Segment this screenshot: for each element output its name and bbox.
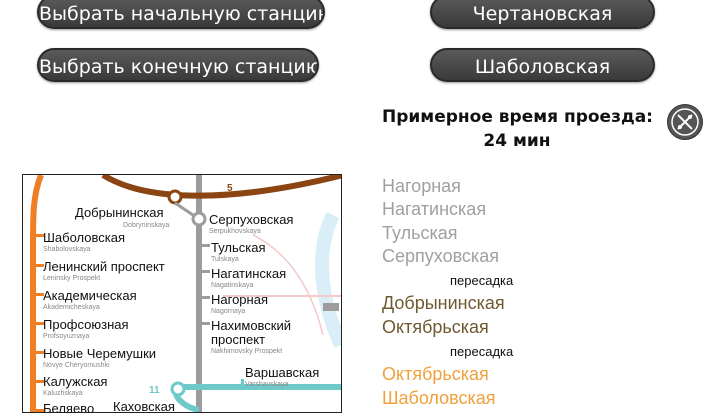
station-tick bbox=[241, 379, 244, 387]
route-station: Шаболовская bbox=[382, 388, 496, 408]
route-station: Тульская bbox=[382, 223, 458, 243]
station-tulskaya-latin: Tulskaya bbox=[211, 256, 239, 263]
route-transfer-label: пересадка bbox=[450, 344, 514, 359]
line-5-path bbox=[101, 175, 341, 199]
route-station: Октябрьская bbox=[382, 364, 489, 384]
travel-time-value: 24 мин bbox=[483, 131, 551, 151]
route-station: Серпуховская bbox=[382, 246, 499, 266]
station-leninsky-prospekt-latin: Leninsky Prospekt bbox=[43, 275, 100, 282]
select-start-station-button[interactable]: Выбрать начальную станцию bbox=[37, 0, 325, 29]
station-shabolovskaya[interactable]: Шаболовская bbox=[43, 230, 125, 245]
river-shape bbox=[315, 211, 341, 348]
station-tick bbox=[202, 322, 210, 325]
station-novye-cheryomushki-latin: Novye Cheryomushki bbox=[43, 362, 110, 369]
line-5-number: 5 bbox=[227, 183, 233, 194]
dobryninskaya-station-marker[interactable] bbox=[167, 189, 183, 205]
station-kaluzhskaya-latin: Kaluzhskaya bbox=[43, 390, 83, 397]
station-tick bbox=[202, 270, 210, 273]
select-end-station-button[interactable]: Выбрать конечную станцию bbox=[37, 48, 319, 82]
route-station: Октябрьская bbox=[382, 317, 489, 337]
station-varshavskaya-latin: Varshavskaya bbox=[245, 381, 289, 388]
route-transfer-label: пересадка bbox=[450, 273, 514, 288]
station-nagatinskaya-latin: Nagatinskaya bbox=[211, 282, 254, 289]
station-nagornaya-latin: Nagornaya bbox=[211, 308, 245, 315]
serpukhovskaya-station-marker[interactable] bbox=[191, 211, 207, 227]
station-leninsky-prospekt[interactable]: Ленинский проспект bbox=[43, 259, 165, 274]
station-kaluzhskaya[interactable]: Калужская bbox=[43, 374, 107, 389]
station-tick bbox=[202, 296, 210, 299]
platform-marker bbox=[323, 303, 339, 311]
station-nakhimovsky-prospekt-latin: Nakhimovsky Prospekt bbox=[211, 348, 282, 355]
station-dobryninskaya[interactable]: Добрынинская bbox=[75, 205, 164, 220]
station-akademicheskaya-latin: Akademicheskaya bbox=[43, 304, 100, 311]
clear-route-icon bbox=[671, 108, 699, 136]
station-novye-cheryomushki[interactable]: Новые Черемушки bbox=[43, 346, 156, 361]
station-profsoyuznaya-latin: Profsoyuznaya bbox=[43, 333, 89, 340]
travel-time-label: Примерное время проезда: bbox=[382, 107, 653, 127]
station-kakhovskaya[interactable]: Каховская bbox=[113, 399, 175, 413]
station-shabolovskaya-latin: Shabolovskaya bbox=[43, 246, 91, 253]
station-nakhimovsky-prospekt[interactable]: Нахимовский bbox=[211, 318, 291, 333]
station-profsoyuznaya[interactable]: Профсоюзная bbox=[43, 317, 129, 332]
start-station-display[interactable]: Чертановская bbox=[430, 0, 655, 29]
metro-map[interactable]: 5 11 Добрынинская Dobryninskaya Серпухов… bbox=[22, 174, 342, 413]
station-belyaevo[interactable]: Беляево bbox=[43, 401, 94, 413]
station-nagornaya[interactable]: Нагорная bbox=[211, 292, 268, 307]
clear-route-button[interactable] bbox=[667, 104, 703, 140]
station-nakhimovsky-prospekt-line2[interactable]: проспект bbox=[211, 332, 265, 347]
route-station: Добрынинская bbox=[382, 293, 505, 313]
station-nagatinskaya[interactable]: Нагатинская bbox=[211, 266, 286, 281]
route-station: Нагатинская bbox=[382, 199, 487, 219]
end-station-display[interactable]: Шаболовская bbox=[430, 48, 655, 82]
station-serpukhovskaya-latin: Serpukhovskaya bbox=[209, 228, 261, 235]
line-11-number: 11 bbox=[149, 385, 160, 396]
route-station: Нагорная bbox=[382, 176, 461, 196]
station-akademicheskaya[interactable]: Академическая bbox=[43, 288, 137, 303]
station-tick bbox=[202, 244, 210, 247]
kakhovskaya-station-marker[interactable] bbox=[170, 381, 186, 397]
station-serpukhovskaya[interactable]: Серпуховская bbox=[209, 212, 293, 227]
station-tulskaya[interactable]: Тульская bbox=[211, 240, 266, 255]
transfer-link bbox=[174, 201, 194, 217]
station-varshavskaya[interactable]: Варшавская bbox=[245, 365, 319, 380]
station-dobryninskaya-latin: Dobryninskaya bbox=[123, 222, 169, 229]
